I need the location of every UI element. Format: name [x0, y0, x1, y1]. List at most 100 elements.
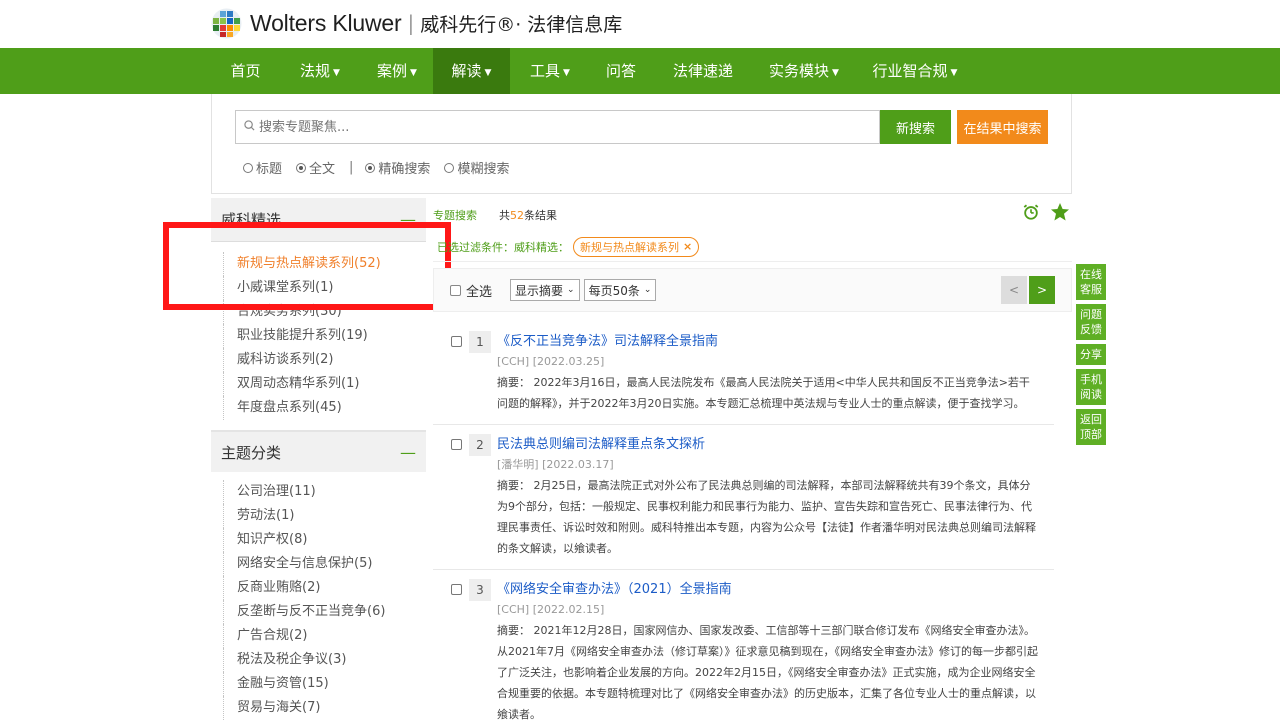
new-search-button[interactable]: 新搜索	[880, 110, 951, 144]
option-label: 精确搜索	[378, 162, 431, 177]
brand-separator: |	[407, 11, 415, 35]
sidebar-item[interactable]: 年度盘点系列(45)	[223, 396, 426, 420]
nav-item-tools[interactable]: 工具 ▼	[518, 48, 582, 94]
option-exact[interactable]: 精确搜索	[365, 158, 430, 177]
sidebar-item[interactable]: 反垄断与反不正当竞争(6)	[223, 600, 426, 624]
item-checkbox[interactable]	[451, 584, 462, 595]
option-separator: |	[349, 160, 354, 175]
back-to-top-button[interactable]: 返回顶部	[1076, 409, 1106, 445]
result-actions	[1022, 202, 1070, 226]
item-title[interactable]: 民法典总则编司法解释重点条文探析	[497, 435, 1040, 455]
results-panel: 专题搜索 共 52 条结果 已选过滤条件：威科精选： 新规与热点解读系列 × 全选…	[433, 198, 1072, 720]
nav-item-regulations[interactable]: 法规 ▼	[288, 48, 352, 94]
item-number: 1	[469, 331, 491, 353]
sidebar-item[interactable]: 公司治理(11)	[223, 480, 426, 504]
item-checkbox[interactable]	[451, 336, 462, 347]
nav-label: 案例	[377, 62, 408, 80]
nav-label: 法律速递	[672, 62, 733, 80]
select-all-checkbox[interactable]	[450, 284, 461, 296]
sidebar-item[interactable]: 威科访谈系列(2)	[223, 348, 426, 372]
wolters-kluwer-logo-icon	[211, 8, 242, 39]
result-count: 52	[510, 208, 524, 222]
nav-item-interpretation[interactable]: 解读 ▼	[433, 48, 510, 94]
per-page-select[interactable]: 每页50条 ⌄	[583, 279, 657, 301]
chevron-down-icon: ⌄	[567, 285, 575, 295]
topic-search-link[interactable]: 专题搜索	[433, 207, 477, 223]
search-panel: 新搜索 在结果中搜索 标题 全文 | 精确搜索 模糊搜索	[211, 94, 1072, 194]
caret-down-icon: ▼	[333, 68, 340, 78]
section-title: 威科精选	[221, 211, 282, 229]
nav-label: 首页	[230, 62, 261, 80]
nav-item-home[interactable]: 首页	[218, 48, 273, 94]
sidebar-item[interactable]: 新规与热点解读系列(52)	[223, 252, 426, 276]
option-label: 模糊搜索	[457, 162, 510, 177]
nav-item-practice-modules[interactable]: 实务模块 ▼	[762, 48, 846, 94]
results-header: 专题搜索 共 52 条结果	[433, 198, 1072, 232]
sidebar-item[interactable]: 职业技能提升系列(19)	[223, 324, 426, 348]
nav-label: 问答	[605, 62, 636, 80]
nav-label: 实务模块	[769, 62, 830, 80]
search-box	[235, 110, 880, 144]
option-title[interactable]: 标题	[243, 158, 282, 177]
nav-item-cases[interactable]: 案例 ▼	[365, 48, 429, 94]
main-nav: 首页 法规 ▼ 案例 ▼ 解读 ▼ 工具 ▼ 问答 法律速递 实务模块 ▼ 行业智合规 ▼	[0, 48, 1280, 94]
search-options: 标题 全文 | 精确搜索 模糊搜索	[243, 158, 523, 177]
list-item: 2 民法典总则编司法解释重点条文探析 [潘华明] [2022.03.17] 摘要…	[433, 425, 1054, 570]
sidebar-section-header[interactable]: 威科精选 —	[211, 198, 426, 242]
sidebar-item[interactable]: 小威课堂系列(1)	[223, 276, 426, 300]
nav-item-law-express[interactable]: 法律速递	[666, 48, 740, 94]
result-count-prefix: 共	[499, 209, 510, 222]
prev-page-button[interactable]: <	[1001, 276, 1027, 304]
alarm-clock-icon[interactable]	[1022, 203, 1040, 225]
online-service-button[interactable]: 在线客服	[1076, 264, 1106, 300]
sidebar-section-header[interactable]: 主题分类 —	[211, 430, 426, 472]
nav-item-compliance[interactable]: 行业智合规 ▼	[866, 48, 964, 94]
collapse-icon[interactable]: —	[400, 443, 416, 462]
collapse-icon[interactable]: —	[400, 210, 416, 229]
pagination: < >	[1001, 276, 1055, 304]
radio-icon	[243, 162, 253, 173]
radio-checked-icon	[296, 162, 307, 173]
close-icon[interactable]: ×	[683, 240, 692, 253]
next-page-button[interactable]: >	[1029, 276, 1055, 304]
option-fuzzy[interactable]: 模糊搜索	[444, 158, 509, 177]
search-in-results-button[interactable]: 在结果中搜索	[957, 110, 1048, 144]
star-icon[interactable]	[1050, 202, 1070, 226]
sidebar-list: 公司治理(11) 劳动法(1) 知识产权(8) 网络安全与信息保护(5) 反商业…	[211, 472, 426, 720]
display-mode-select[interactable]: 显示摘要 ⌄	[510, 279, 580, 301]
item-checkbox[interactable]	[451, 439, 462, 450]
sidebar-item[interactable]: 劳动法(1)	[223, 504, 426, 528]
search-input[interactable]	[259, 112, 879, 142]
sidebar-item[interactable]: 金融与资管(15)	[223, 672, 426, 696]
sidebar-item[interactable]: 广告合规(2)	[223, 624, 426, 648]
item-abstract: 摘要： 2022年3月16日，最高人民法院发布《最高人民法院关于适用<中华人民共…	[497, 376, 1030, 410]
sidebar-item[interactable]: 知识产权(8)	[223, 528, 426, 552]
filter-tag[interactable]: 新规与热点解读系列 ×	[573, 236, 700, 257]
item-meta: [潘华明] [2022.03.17]	[497, 458, 614, 471]
sidebar-item[interactable]: 反商业贿赂(2)	[223, 576, 426, 600]
radio-icon	[444, 162, 455, 173]
share-button[interactable]: 分享	[1076, 344, 1106, 365]
active-filters: 已选过滤条件：威科精选： 新规与热点解读系列 ×	[433, 232, 1072, 262]
list-item: 3 《网络安全审查办法》（2021）全景指南 [CCH] [2022.02.15…	[433, 570, 1054, 720]
select-value: 显示摘要	[515, 283, 564, 298]
nav-item-qa[interactable]: 问答	[596, 48, 646, 94]
list-item: 1 《反不正当竞争法》司法解释全景指南 [CCH] [2022.03.25] 摘…	[433, 322, 1054, 425]
logo[interactable]: Wolters Kluwer | 威科先行®· 法律信息库	[211, 6, 622, 40]
results-toolbar: 全选 显示摘要 ⌄ 每页50条 ⌄ < >	[433, 268, 1072, 312]
sidebar-item[interactable]: 双周动态精华系列(1)	[223, 372, 426, 396]
sidebar-item[interactable]: 网络安全与信息保护(5)	[223, 552, 426, 576]
sidebar-item[interactable]: 合规实务系列(30)	[223, 300, 426, 324]
select-value: 每页50条	[588, 283, 640, 298]
result-count-suffix: 条结果	[524, 209, 557, 222]
mobile-read-button[interactable]: 手机阅读	[1076, 369, 1106, 405]
sidebar-item[interactable]: 税法及税企争议(3)	[223, 648, 426, 672]
sidebar-item[interactable]: 贸易与海关(7)	[223, 696, 426, 720]
item-meta: [CCH] [2022.03.25]	[497, 355, 605, 368]
feedback-button[interactable]: 问题反馈	[1076, 304, 1106, 340]
option-fulltext[interactable]: 全文	[296, 158, 335, 177]
caret-down-icon: ▼	[832, 68, 839, 78]
item-title[interactable]: 《反不正当竞争法》司法解释全景指南	[497, 332, 1040, 352]
brand-subtitle: 威科先行®· 法律信息库	[420, 13, 623, 36]
item-title[interactable]: 《网络安全审查办法》（2021）全景指南	[497, 580, 1040, 600]
